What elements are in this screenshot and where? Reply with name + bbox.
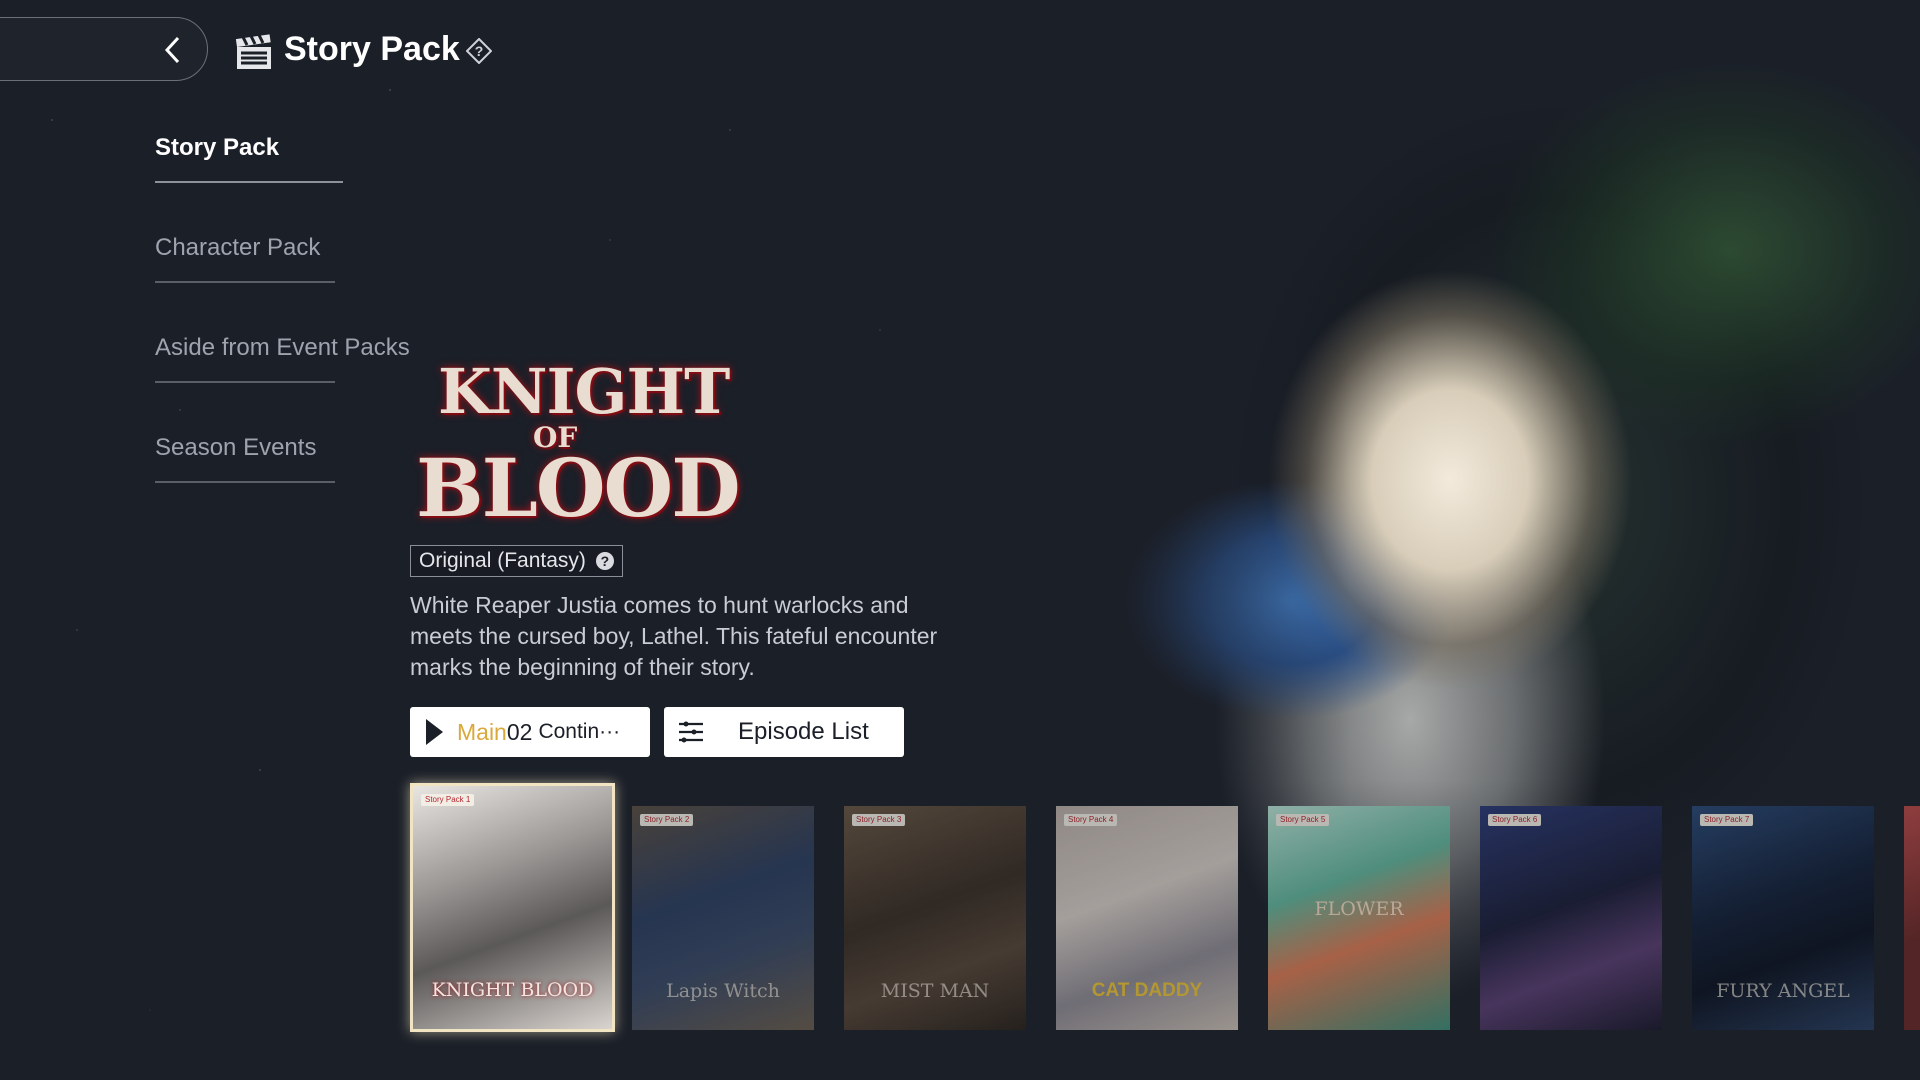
pack-title: FURY ANGEL: [1716, 980, 1850, 1002]
logo-line-1: KNIGHT: [438, 355, 730, 428]
pack-thumbnail[interactable]: Story Pack 7 FURY ANGEL: [1692, 806, 1874, 1030]
pack-badge: Story Pack 2: [640, 814, 694, 826]
list-icon: [679, 721, 703, 743]
help-icon[interactable]: ?: [466, 38, 492, 64]
story-description: White Reaper Justia comes to hunt warloc…: [410, 592, 938, 680]
story-logo: KNIGHT OF BLOOD: [408, 355, 741, 535]
pack-thumbnail[interactable]: Story Pack 4 CAT DADDY: [1056, 806, 1238, 1030]
thumbnail-art: [1268, 806, 1450, 1030]
thumbnail-art: [844, 806, 1026, 1030]
nav-item-character-pack[interactable]: Character Pack: [155, 230, 345, 330]
nav-item-label: Aside from Event Packs: [155, 334, 410, 361]
pack-thumbnail-partial[interactable]: [1904, 806, 1920, 1030]
logo-line-3: BLOOD: [416, 441, 741, 535]
pack-title: CAT DADDY: [1091, 980, 1203, 1001]
pack-thumbnail[interactable]: Story Pack 5 FLOWER: [1268, 806, 1450, 1030]
pack-badge: Story Pack 5: [1276, 814, 1330, 826]
pack-thumbnail[interactable]: Story Pack 3 MIST MAN: [844, 806, 1026, 1030]
svg-text:?: ?: [475, 43, 484, 59]
pack-title: Lapis Witch: [666, 980, 780, 1002]
nav-item-story-pack[interactable]: Story Pack: [155, 130, 345, 230]
pack-badge: Story Pack 4: [1064, 814, 1118, 826]
thumbnail-art: [1904, 806, 1920, 1030]
pack-badge: Story Pack 7: [1700, 814, 1754, 826]
thumbnail-art: [632, 806, 814, 1030]
continue-main-label: Main: [457, 718, 507, 745]
thumbnail-art: [1692, 806, 1874, 1030]
pack-thumbnail[interactable]: Story Pack 1 KNIGHT BLOOD: [410, 783, 615, 1032]
pack-title: KNIGHT BLOOD: [431, 979, 594, 1001]
pack-title: MIST MAN: [880, 980, 990, 1002]
genre-label: Original (Fantasy): [419, 549, 586, 572]
continue-label: Contin···: [538, 720, 621, 743]
clapperboard-icon: [235, 34, 271, 69]
nav-item-label: Season Events: [155, 434, 317, 461]
continue-button[interactable]: Main 02 Contin···: [410, 707, 650, 757]
nav-item-label: Story Pack: [155, 134, 280, 161]
page-title: Story Pack: [284, 30, 460, 68]
episode-list-button[interactable]: Episode List: [664, 707, 904, 757]
nav-item-label: Character Pack: [155, 234, 321, 261]
pack-thumbnail[interactable]: Story Pack 6: [1480, 806, 1662, 1030]
pack-title: FLOWER: [1314, 898, 1404, 920]
pack-thumbnail[interactable]: Story Pack 2 Lapis Witch: [632, 806, 814, 1030]
pack-badge: Story Pack 1: [421, 794, 475, 806]
thumbnail-art: [1480, 806, 1662, 1030]
back-button[interactable]: [0, 17, 208, 81]
play-icon: [426, 719, 443, 745]
episode-list-label: Episode List: [738, 718, 869, 745]
nav-item-aside-from-event-packs[interactable]: Aside from Event Packs: [155, 330, 410, 430]
pack-badge: Story Pack 3: [852, 814, 906, 826]
thumbnail-art: [1056, 806, 1238, 1030]
side-nav: Story Pack Character Pack Aside from Eve…: [155, 130, 410, 530]
genre-tag[interactable]: Original (Fantasy) ?: [410, 545, 623, 577]
chevron-left-icon: [164, 36, 180, 64]
nav-item-season-events[interactable]: Season Events: [155, 430, 345, 530]
continue-episode-number: 02: [506, 718, 533, 745]
help-icon: ?: [595, 552, 614, 570]
pack-badge: Story Pack 6: [1488, 814, 1542, 826]
